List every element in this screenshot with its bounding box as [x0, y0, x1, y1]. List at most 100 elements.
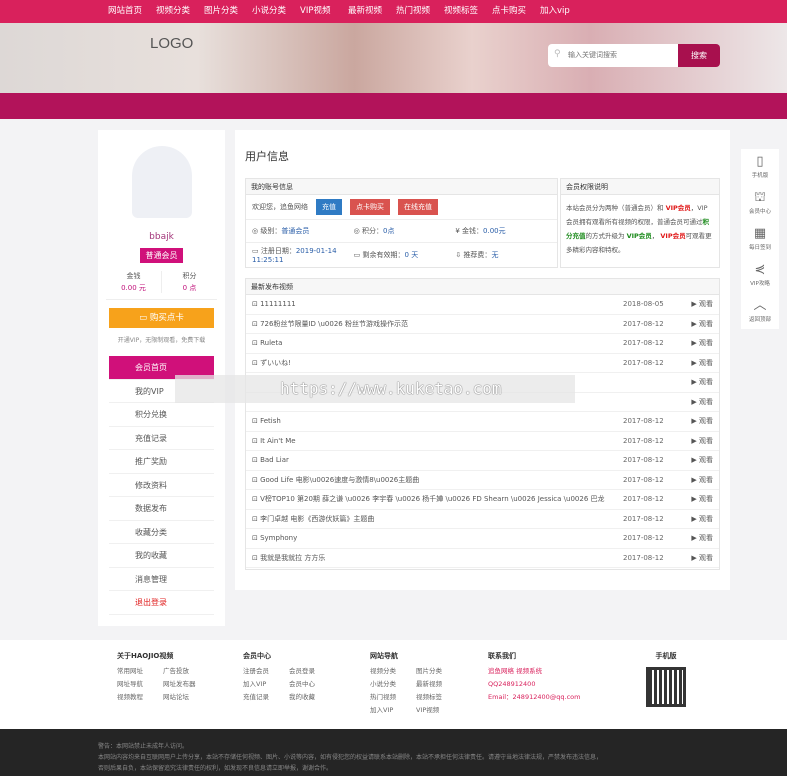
video-title[interactable]: ⊡ It Ain't Me — [252, 437, 623, 445]
vip-guide-button[interactable]: ⋞ VIP攻略 — [741, 257, 779, 293]
video-title[interactable]: ⊡ V榜TOP10 第20期 薛之谦 \u0026 李宇春 \u0026 杨千嬅… — [252, 494, 623, 504]
video-title[interactable]: ⊡ Good Life 电影\u0026速度与激情8\u0026主题曲 — [252, 475, 623, 485]
footer-link[interactable]: 网址导航 — [117, 678, 163, 691]
video-row[interactable]: ⊡ ずいいね! 2017-08-12 ▶ 观看 — [246, 354, 719, 373]
video-row[interactable]: ⊡ 726粉丝节限量ID \u0026 粉丝节游戏操作示范 2017-08-12 ▶… — [246, 315, 719, 334]
recent-videos: 最新发布视频 ⊡ 11111111 2018-08-05 ▶ 观看 ⊡ 726粉丝节限… — [245, 278, 720, 570]
footer-link[interactable]: 加入VIP — [370, 704, 416, 717]
video-title[interactable]: ⊡ 我就是我就拉 方方乐 — [252, 553, 623, 563]
footer-link[interactable]: 视频分类 — [370, 665, 416, 678]
footer-link[interactable]: 视频标签 — [416, 691, 462, 704]
nav-vip-video[interactable]: VIP视频 — [300, 0, 348, 23]
watch-link[interactable]: ▶ 观看 — [683, 338, 713, 348]
footer-link[interactable]: 注册会员 — [243, 665, 289, 678]
footer-link[interactable]: 我的收藏 — [289, 691, 335, 704]
video-row[interactable]: ⊡ It Ain't Me 2017-08-12 ▶ 观看 — [246, 432, 719, 451]
footer-link[interactable]: 广告投放 — [163, 665, 209, 678]
watch-link[interactable]: ▶ 观看 — [683, 514, 713, 524]
watch-link[interactable]: ▶ 观看 — [683, 494, 713, 504]
search-input[interactable] — [548, 44, 678, 67]
footer-link[interactable]: VIP视频 — [416, 704, 462, 717]
video-date: 2017-08-12 — [623, 358, 664, 367]
video-title[interactable]: ⊡ Bad Liar — [252, 456, 623, 464]
footer-link[interactable]: 视频教程 — [117, 691, 163, 704]
mobile-button[interactable]: ▯ 手机版 — [741, 149, 779, 185]
footer-link[interactable]: 加入VIP — [243, 678, 289, 691]
search-bar: ⚲ 搜索 — [548, 44, 720, 67]
video-date: 2017-08-12 — [623, 319, 664, 328]
online-recharge-button[interactable]: 在线充值 — [398, 199, 438, 215]
video-row[interactable]: ⊡ Bad Liar 2017-08-12 ▶ 观看 — [246, 451, 719, 471]
footer-link[interactable]: 最新视频 — [416, 678, 462, 691]
footer-link[interactable]: 网址发布器 — [163, 678, 209, 691]
back-to-top-button[interactable]: ︿ 返回顶部 — [741, 293, 779, 329]
account-info: 我的账号信息 欢迎您，追鱼网络 充值 点卡购买 在线充值 ◎ 级别：普通会员 ◎ … — [245, 178, 558, 268]
nav-video[interactable]: 视频分类 — [156, 0, 204, 23]
checkin-button[interactable]: ▦ 每日签到 — [741, 221, 779, 257]
member-center-button[interactable]: ⛫ 会员中心 — [741, 185, 779, 221]
nav-novel[interactable]: 小说分类 — [252, 0, 300, 23]
watch-link[interactable]: ▶ 观看 — [683, 455, 713, 465]
float-toolbar: ▯ 手机版 ⛫ 会员中心 ▦ 每日签到 ⋞ VIP攻略 ︿ 返回顶部 — [741, 149, 779, 329]
video-row[interactable]: ⊡ 李门卓越 电影《西游伏妖篇》主题曲 2017-08-12 ▶ 观看 — [246, 510, 719, 529]
video-row[interactable]: ⊡ 我就是我就拉 方方乐 2017-08-12 ▶ 观看 — [246, 549, 719, 568]
menu-logout[interactable]: 退出登录 — [109, 591, 214, 615]
video-row[interactable]: ⊡ Good Life 电影\u0026速度与激情8\u0026主题曲 2017-… — [246, 471, 719, 490]
video-title[interactable]: ⊡ Fetish — [252, 417, 623, 425]
footer-link[interactable]: 小说分类 — [370, 678, 416, 691]
watch-link[interactable]: ▶ 观看 — [683, 377, 713, 387]
footer-link[interactable]: 图片分类 — [416, 665, 462, 678]
video-row[interactable]: ⊡ Fetish 2017-08-12 ▶ 观看 — [246, 412, 719, 432]
menu-messages[interactable]: 消息管理 — [109, 568, 214, 591]
menu-favorites[interactable]: 我的收藏 — [109, 544, 214, 568]
menu-fav-category[interactable]: 收藏分类 — [109, 521, 214, 544]
banner: LOGO ⚲ 搜索 — [0, 23, 787, 93]
footer-link[interactable]: 热门视频 — [370, 691, 416, 704]
footer-link[interactable]: 会员中心 — [289, 678, 335, 691]
video-row[interactable]: ⊡ Ruleta 2017-08-12 ▶ 观看 — [246, 334, 719, 354]
menu-publish[interactable]: 数据发布 — [109, 497, 214, 521]
search-icon: ⚲ — [554, 49, 561, 59]
nav-latest[interactable]: 最新视频 — [348, 0, 396, 23]
watch-link[interactable]: ▶ 观看 — [683, 553, 713, 563]
search-button[interactable]: 搜索 — [678, 44, 720, 67]
nav-join-vip[interactable]: 加入vip — [540, 0, 588, 23]
footer-link[interactable]: 充值记录 — [243, 691, 289, 704]
nav-home[interactable]: 网站首页 — [108, 0, 156, 23]
level-badge: 普通会员 — [140, 248, 183, 263]
video-row[interactable]: ⊡ 11111111 2018-08-05 ▶ 观看 — [246, 295, 719, 315]
watch-link[interactable]: ▶ 观看 — [683, 319, 713, 329]
video-row[interactable]: ⊡ V榜TOP10 第20期 薛之谦 \u0026 李宇春 \u0026 杨千嬅… — [246, 490, 719, 510]
video-title[interactable]: ⊡ Symphony — [252, 534, 623, 542]
menu-promo[interactable]: 推广奖励 — [109, 450, 214, 474]
menu-points[interactable]: 积分兑换 — [109, 403, 214, 427]
watch-link[interactable]: ▶ 观看 — [683, 533, 713, 543]
nav-image[interactable]: 图片分类 — [204, 0, 252, 23]
watch-link[interactable]: ▶ 观看 — [683, 358, 713, 368]
video-title[interactable]: ⊡ 726粉丝节限量ID \u0026 粉丝节游戏操作示范 — [252, 319, 623, 329]
video-title[interactable]: ⊡ 李门卓越 电影《西游伏妖篇》主题曲 — [252, 514, 623, 524]
video-title[interactable]: ⊡ 11111111 — [252, 300, 623, 308]
watch-link[interactable]: ▶ 观看 — [683, 397, 713, 407]
video-row[interactable]: ⊡ Symphony 2017-08-12 ▶ 观看 — [246, 529, 719, 549]
video-title[interactable]: ⊡ Ruleta — [252, 339, 623, 347]
watch-link[interactable]: ▶ 观看 — [683, 416, 713, 426]
footer-link[interactable]: 网站论坛 — [163, 691, 209, 704]
nav-tags[interactable]: 视频标签 — [444, 0, 492, 23]
menu-profile[interactable]: 修改资料 — [109, 474, 214, 497]
watch-link[interactable]: ▶ 观看 — [683, 299, 713, 309]
nav-hot[interactable]: 热门视频 — [396, 0, 444, 23]
card-buy-button[interactable]: 点卡购买 — [350, 199, 390, 215]
footer-link[interactable]: 常用网址 — [117, 665, 163, 678]
buy-card-button[interactable]: ▭ 购买点卡 — [109, 308, 214, 328]
menu-recharge-log[interactable]: 充值记录 — [109, 427, 214, 450]
footer-links: 关于HAOJIO视频 常用网址 广告投放 网址导航 网址发布器 视频教程 网站论坛 会员中心… — [0, 640, 787, 729]
recharge-button[interactable]: 充值 — [316, 199, 342, 215]
watch-link[interactable]: ▶ 观看 — [683, 475, 713, 485]
footer-link[interactable]: 会员登录 — [289, 665, 335, 678]
video-title[interactable]: ⊡ ずいいね! — [252, 358, 623, 368]
video-date: 2017-08-12 — [623, 534, 664, 543]
nav-card[interactable]: 点卡购买 — [492, 0, 540, 23]
watch-link[interactable]: ▶ 观看 — [683, 436, 713, 446]
logo[interactable]: LOGO — [150, 35, 193, 52]
